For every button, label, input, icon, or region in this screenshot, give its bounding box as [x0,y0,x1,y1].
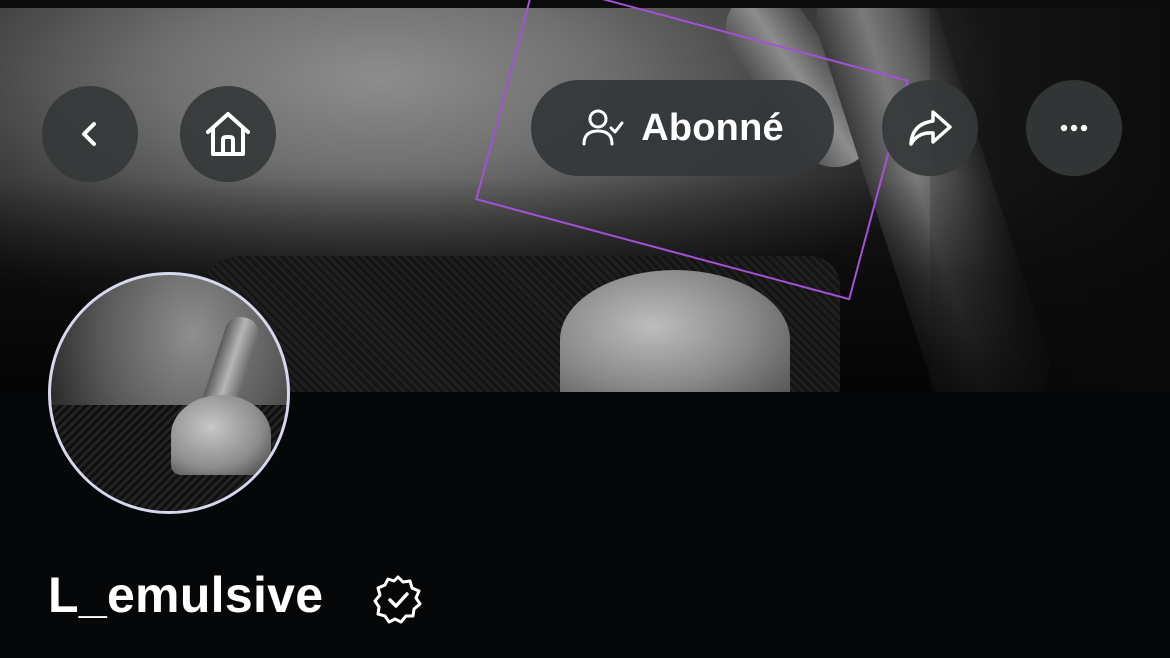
home-button[interactable] [180,86,276,182]
subscribed-label: Abonné [641,106,784,149]
avatar[interactable] [48,272,290,514]
profile-page: Abonné L_emulsive [0,0,1170,658]
home-icon [206,112,250,156]
share-arrow-icon [909,110,952,146]
person-check-icon [582,109,624,146]
subscribed-button[interactable]: Abonné [531,80,834,176]
chevron-left-icon [82,122,96,146]
more-options-button[interactable] [1026,80,1122,176]
profile-display-name: L_emulsive [48,567,324,623]
share-button[interactable] [882,80,978,176]
verified-badge-icon [373,575,422,624]
status-bar-strip [0,0,1170,8]
more-horizontal-icon [1060,124,1088,132]
back-button[interactable] [42,86,138,182]
